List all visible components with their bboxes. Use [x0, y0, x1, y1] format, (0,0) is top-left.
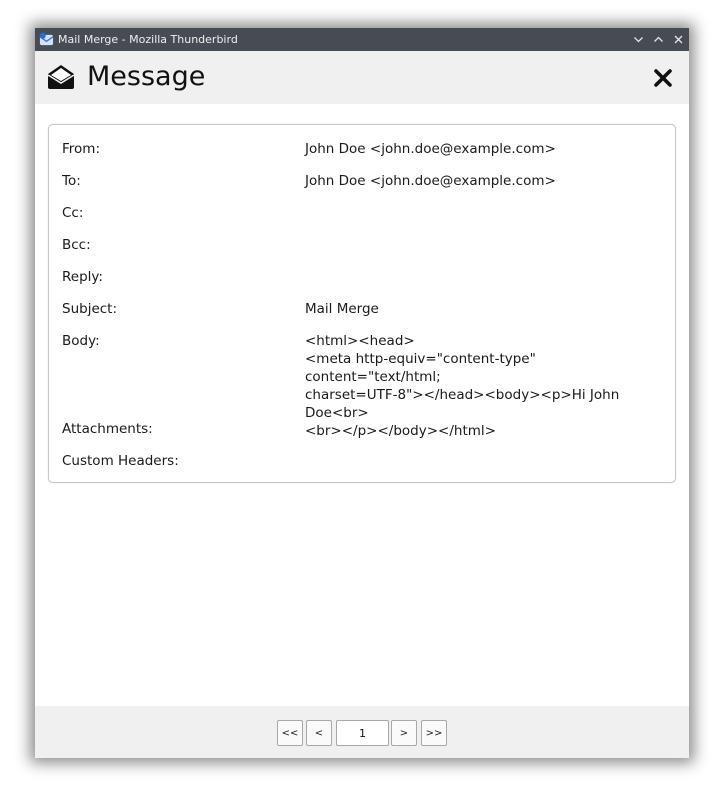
page-number-input[interactable] — [336, 720, 389, 746]
mail-merge-window: Mail Merge - Mozilla Thunderbird Message… — [35, 28, 689, 758]
custom-headers-label: Custom Headers: — [62, 453, 179, 469]
first-page-button[interactable]: << — [277, 720, 303, 746]
next-page-button[interactable]: > — [391, 720, 417, 746]
to-value: John Doe <john.doe@example.com> — [305, 173, 556, 189]
reply-label: Reply: — [62, 269, 103, 285]
body-line: charset=UTF-8"></head><body><p>Hi John D… — [305, 387, 620, 421]
close-icon[interactable] — [653, 68, 673, 88]
attachments-label: Attachments: — [62, 421, 153, 437]
window-title: Mail Merge - Mozilla Thunderbird — [58, 33, 238, 46]
subject-value: Mail Merge — [305, 301, 379, 317]
body-value: <html><head> <meta http-equiv="content-t… — [305, 332, 650, 440]
bcc-label: Bcc: — [62, 237, 91, 253]
to-label: To: — [62, 173, 81, 189]
from-value: John Doe <john.doe@example.com> — [305, 141, 556, 157]
thunderbird-icon — [39, 32, 54, 46]
minimize-icon[interactable] — [631, 32, 646, 47]
body-label: Body: — [62, 333, 100, 349]
body-line: <html><head> — [305, 333, 415, 349]
title-bar: Mail Merge - Mozilla Thunderbird — [35, 28, 689, 51]
envelope-open-icon — [47, 65, 75, 89]
cc-label: Cc: — [62, 205, 84, 221]
page-title: Message — [87, 61, 206, 92]
dialog-header: Message — [35, 51, 689, 104]
body-line: <meta http-equiv="content-type" content=… — [305, 351, 536, 385]
body-line: <br></p></body></html> — [305, 423, 496, 439]
message-details-card: From: John Doe <john.doe@example.com> To… — [48, 124, 676, 483]
from-label: From: — [62, 141, 100, 157]
window-close-icon[interactable] — [671, 32, 686, 47]
previous-page-button[interactable]: < — [306, 720, 332, 746]
maximize-icon[interactable] — [651, 32, 666, 47]
subject-label: Subject: — [62, 301, 118, 317]
last-page-button[interactable]: >> — [421, 720, 447, 746]
pagination-bar: << < > >> — [35, 706, 689, 758]
